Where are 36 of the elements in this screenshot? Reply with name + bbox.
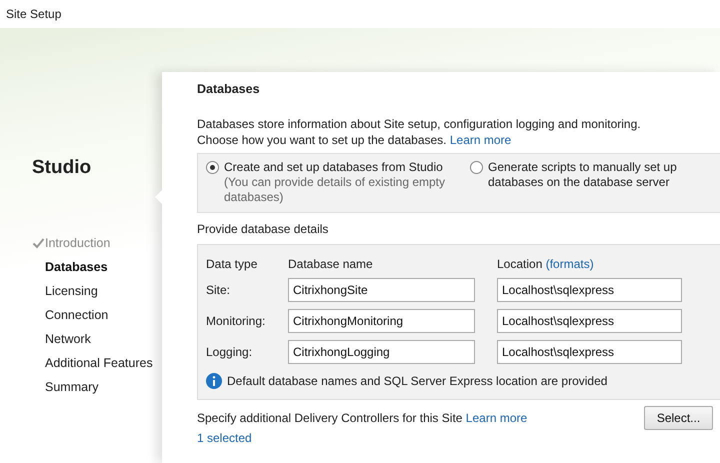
location-field[interactable]: Localhost\sqlexpress [497,309,682,333]
learn-more-link[interactable]: Learn more [450,133,512,147]
row-label: Logging: [206,345,254,359]
radio-button[interactable] [470,161,483,174]
row-label: Monitoring: [206,314,266,328]
nav-item[interactable]: Databases [45,260,108,274]
column-header: Location (formats) [497,257,595,271]
row-label: Site: [206,283,232,297]
option-label[interactable]: Create and set up databases from Studio (You can provide details of existing empty databases) [224,160,456,208]
window-title: Site Setup [6,7,62,21]
location-field[interactable]: Localhost\sqlexpress [497,340,682,364]
nav-item[interactable]: Connection [45,308,108,322]
column-header: Database name [288,257,374,271]
database-name-field[interactable]: CitrixhongSite [288,278,475,302]
nav-item[interactable]: Introduction [45,236,110,250]
radio-button[interactable] [206,161,219,174]
details-label: Provide database details [197,222,330,236]
nav-item[interactable]: Additional Features [45,356,153,370]
select-button[interactable]: Select... [644,406,713,430]
info-text: Default database names and SQL Server Express location are provided [227,374,608,388]
database-name-field[interactable]: CitrixhongMonitoring [288,309,475,333]
option-label[interactable]: Generate scripts to manually set up databases on the database server [488,160,720,208]
formats-link[interactable]: (formats) [546,257,594,271]
learn-more-link[interactable]: Learn more [466,411,528,425]
product-title: Studio [32,157,92,179]
controllers-text: Specify additional Delivery Controllers for this Site [197,411,462,425]
column-header: Data type [206,257,258,271]
nav-item[interactable]: Licensing [45,284,98,298]
nav-item[interactable]: Summary [45,380,98,394]
database-name-field[interactable]: CitrixhongLogging [288,340,475,364]
selected-count-link[interactable]: 1 selected [197,431,252,445]
nav-item[interactable]: Network [45,332,91,346]
location-field[interactable]: Localhost\sqlexpress [497,278,682,302]
page-heading: Databases [197,82,261,96]
description-text: Databases store information about Site setup, configuration logging and monitoring. Choose how you want to set up the databases. Learn more [197,116,642,148]
info-icon [206,373,222,389]
